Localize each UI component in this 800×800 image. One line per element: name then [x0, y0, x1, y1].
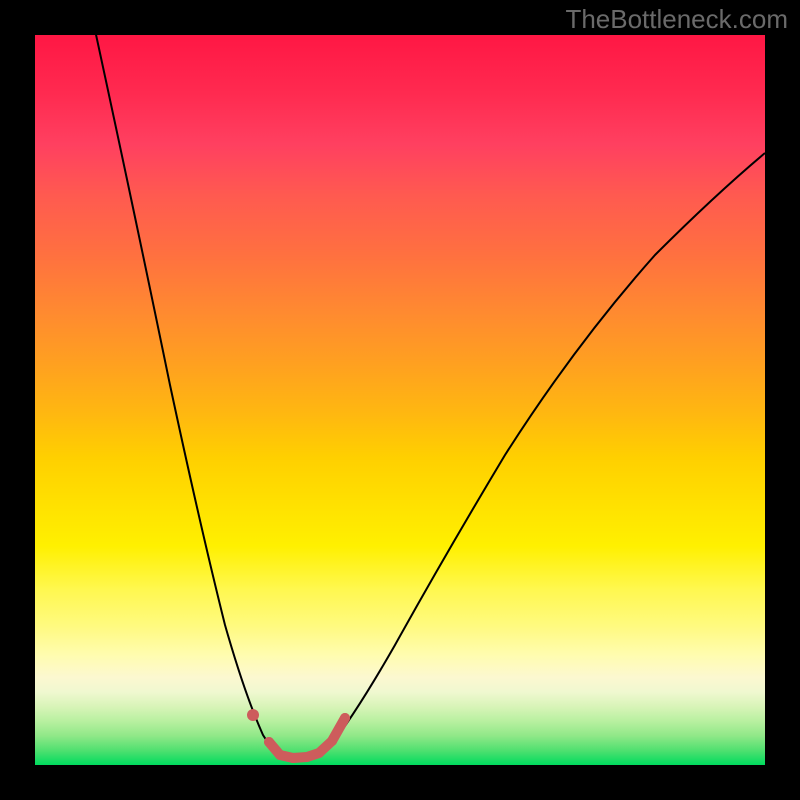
- chart-svg: [35, 35, 765, 765]
- left-curve-branch: [95, 35, 280, 755]
- marker-point-2: [275, 750, 285, 760]
- chart-plot-area: [35, 35, 765, 765]
- marker-isolated-dot: [247, 709, 259, 721]
- marker-point-3: [288, 753, 298, 763]
- marker-point-1: [264, 737, 274, 747]
- right-curve-branch: [328, 153, 765, 749]
- marker-point-4: [302, 752, 312, 762]
- marker-point-6: [327, 736, 337, 746]
- watermark-text: TheBottleneck.com: [565, 4, 788, 35]
- marker-point-5: [314, 748, 324, 758]
- marker-point-7: [340, 713, 350, 723]
